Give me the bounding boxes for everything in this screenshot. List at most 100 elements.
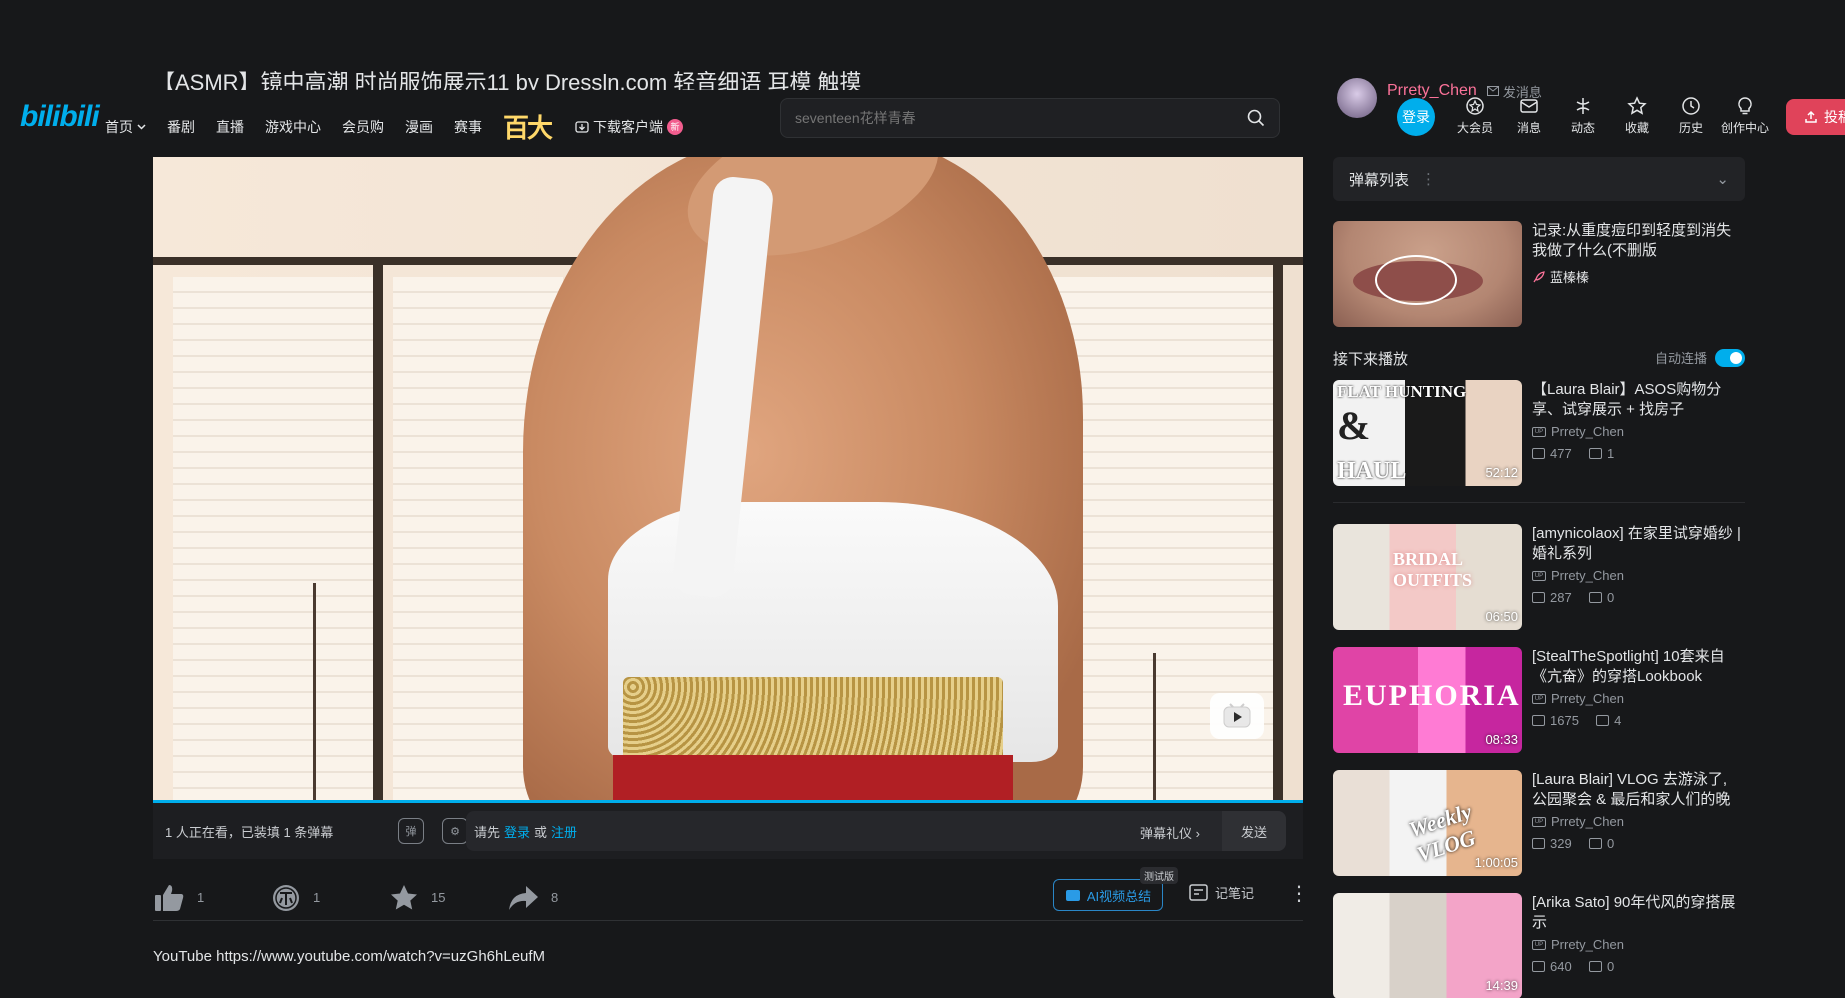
take-note-button[interactable]: 记笔记 (1189, 883, 1254, 902)
danmaku-send-button[interactable]: 发送 (1222, 811, 1286, 851)
header-vip[interactable]: 大会员 (1448, 96, 1502, 136)
header-icon-group: 大会员 消息 动态 收藏 历史 创作中心 (1448, 96, 1772, 136)
search-icon[interactable] (1247, 109, 1265, 127)
header-creator-center[interactable]: 创作中心 (1718, 96, 1772, 136)
more-options-icon[interactable]: ⋮ (1289, 881, 1309, 906)
autoplay-toggle[interactable] (1715, 348, 1745, 367)
upload-label: 投稿 (1824, 109, 1845, 125)
coin-button[interactable]: 1 (271, 883, 389, 913)
rec-thumbnail[interactable]: 14:39 (1333, 893, 1522, 998)
rec-thumbnail[interactable]: Weekly VLOG 1:00:05 (1333, 770, 1522, 876)
ad-thumbnail[interactable] (1333, 221, 1522, 327)
danmaku-list-menu-icon[interactable]: ⋮ (1421, 170, 1436, 188)
rec-owner[interactable]: UP Prrety_Chen (1532, 814, 1624, 829)
video-sequin-belt (623, 677, 1003, 762)
coin-icon (273, 884, 299, 911)
danmaku-toggle-icon[interactable]: 弹 (398, 818, 424, 844)
autoplay-control[interactable]: 自动连播 (1655, 348, 1745, 367)
rec-owner-name: Prrety_Chen (1551, 814, 1624, 829)
header-message-label: 消息 (1516, 121, 1541, 135)
rec-thumbnail[interactable]: FLAT HUNTING & HAUL 52:12 (1333, 380, 1522, 486)
recommendation-item[interactable]: Weekly VLOG 1:00:05 [Laura Blair] VLOG 去… (1333, 770, 1745, 876)
message-icon (1520, 99, 1538, 113)
nav-esports[interactable]: 赛事 (454, 117, 482, 137)
ad-title[interactable]: 记录:从重度痘印到轻度到消失我做了什么(不删版 (1532, 221, 1745, 261)
upload-button[interactable]: 投稿 (1786, 99, 1845, 135)
rec-danmaku: 1 (1606, 446, 1615, 461)
search-input[interactable] (795, 110, 1247, 126)
play-count-icon (1532, 448, 1545, 459)
rec-title[interactable]: 【Laura Blair】ASOS购物分享、试穿展示 + 找房子 (1532, 380, 1745, 420)
chevron-down-icon (137, 123, 146, 130)
rec-owner-name: Prrety_Chen (1551, 937, 1624, 952)
danmaku-etiquette-link[interactable]: 弹幕礼仪 › (1140, 823, 1200, 842)
rec-title[interactable]: [StealTheSpotlight] 10套来自《亢奋》的穿搭Lookbook (1532, 647, 1745, 687)
share-count: 8 (551, 890, 559, 905)
dynamic-icon (1576, 98, 1590, 114)
nav-live[interactable]: 直播 (216, 117, 244, 137)
danmaku-list-panel[interactable]: 弹幕列表 ⋮ ⌄ (1333, 157, 1745, 201)
danmaku-count-icon (1596, 715, 1610, 726)
rec-views: 477 (1550, 446, 1572, 461)
nav-game-center[interactable]: 游戏中心 (265, 117, 321, 137)
header-dynamic[interactable]: 动态 (1556, 96, 1610, 136)
danmaku-login-link[interactable]: 登录 (504, 822, 530, 841)
page: 【ASMR】镜中高潮 时尚服饰展示11 by Dressln.com 轻音细语 … (0, 0, 1845, 998)
viewer-count: 1 人正在看，已装填 1 条弹幕 (165, 824, 334, 840)
nav-anime[interactable]: 番剧 (167, 117, 195, 137)
danmaku-input[interactable]: 请先 登录 或 注册 弹幕礼仪 › 发送 (466, 811, 1286, 851)
video-plant (313, 583, 316, 803)
ai-tv-icon (1065, 890, 1080, 901)
recommendation-item[interactable]: FLAT HUNTING & HAUL 52:12 【Laura Blair】A… (1333, 380, 1745, 486)
video-shoji-panel-left (173, 277, 373, 803)
favorite-button[interactable]: 15 (389, 883, 507, 913)
play-count-icon (1532, 715, 1545, 726)
download-client-label: 下载客户端 (593, 118, 664, 135)
login-button[interactable]: 登录 (1397, 98, 1435, 136)
download-client-link[interactable]: 下载客户端 新 (575, 117, 684, 137)
rec-title[interactable]: [Laura Blair] VLOG 去游泳了, 公园聚会 & 最后和家人们的晚… (1532, 770, 1745, 810)
recommendation-item[interactable]: BRIDAL OUTFITS 06:50 [amynicolaox] 在家里试穿… (1333, 524, 1745, 630)
recommendation-item[interactable]: 14:39 [Arika Sato] 90年代风的穿搭展示 UP Prrety_C… (1333, 893, 1745, 998)
rec-stats: 329 0 (1532, 836, 1614, 851)
danmaku-count-icon (1588, 592, 1602, 603)
up-icon: UP (1532, 693, 1546, 704)
video-skirt (613, 755, 1013, 803)
recommendation-item[interactable]: EUPHORIA 08:33 [StealTheSpotlight] 10套来自… (1333, 647, 1745, 753)
rec-owner[interactable]: UP Prrety_Chen (1532, 937, 1624, 952)
rec-title[interactable]: [amynicolaox] 在家里试穿婚纱 | 婚礼系列 (1532, 524, 1745, 564)
rec-thumb-text: EUPHORIA (1343, 679, 1521, 712)
like-button[interactable]: 1 (153, 883, 271, 913)
rec-owner[interactable]: UP Prrety_Chen (1532, 424, 1624, 439)
video-player[interactable] (153, 157, 1303, 803)
bilibili-logo[interactable]: bilibili (20, 100, 100, 134)
nav-manga[interactable]: 漫画 (405, 117, 433, 137)
ad-source[interactable]: 蓝榛榛 (1532, 267, 1589, 286)
favorite-count: 15 (431, 890, 446, 905)
danmaku-register-link[interactable]: 注册 (551, 822, 577, 841)
nav-home[interactable]: 首页 (105, 117, 146, 137)
header-message[interactable]: 消息 (1502, 96, 1556, 136)
rec-duration: 08:33 (1485, 732, 1518, 747)
rec-title[interactable]: [Arika Sato] 90年代风的穿搭展示 (1532, 893, 1745, 933)
download-icon (575, 120, 589, 133)
danmaku-count-icon (1588, 448, 1602, 459)
nav-baida[interactable]: 百大 (503, 108, 553, 145)
rec-owner-name: Prrety_Chen (1551, 424, 1624, 439)
rec-thumbnail[interactable]: BRIDAL OUTFITS 06:50 (1333, 524, 1522, 630)
rec-stats: 640 0 (1532, 959, 1614, 974)
header-history[interactable]: 历史 (1664, 96, 1718, 136)
danmaku-settings-icon[interactable]: ⚙ (442, 818, 468, 844)
rec-owner[interactable]: UP Prrety_Chen (1532, 691, 1624, 706)
header-favorites[interactable]: 收藏 (1610, 96, 1664, 136)
share-button[interactable]: 8 (507, 884, 625, 912)
nav-mall[interactable]: 会员购 (342, 117, 384, 137)
next-play-header: 接下来播放 自动连播 (1333, 348, 1745, 368)
ad-thumb-circle (1375, 255, 1457, 305)
play-count-icon (1532, 838, 1545, 849)
chevron-down-icon[interactable]: ⌄ (1716, 170, 1729, 188)
rec-thumbnail[interactable]: EUPHORIA 08:33 (1333, 647, 1522, 753)
rec-owner[interactable]: UP Prrety_Chen (1532, 568, 1624, 583)
player-logo-icon (1210, 693, 1264, 739)
ad-card[interactable]: 记录:从重度痘印到轻度到消失我做了什么(不删版 蓝榛榛 (1333, 221, 1745, 327)
